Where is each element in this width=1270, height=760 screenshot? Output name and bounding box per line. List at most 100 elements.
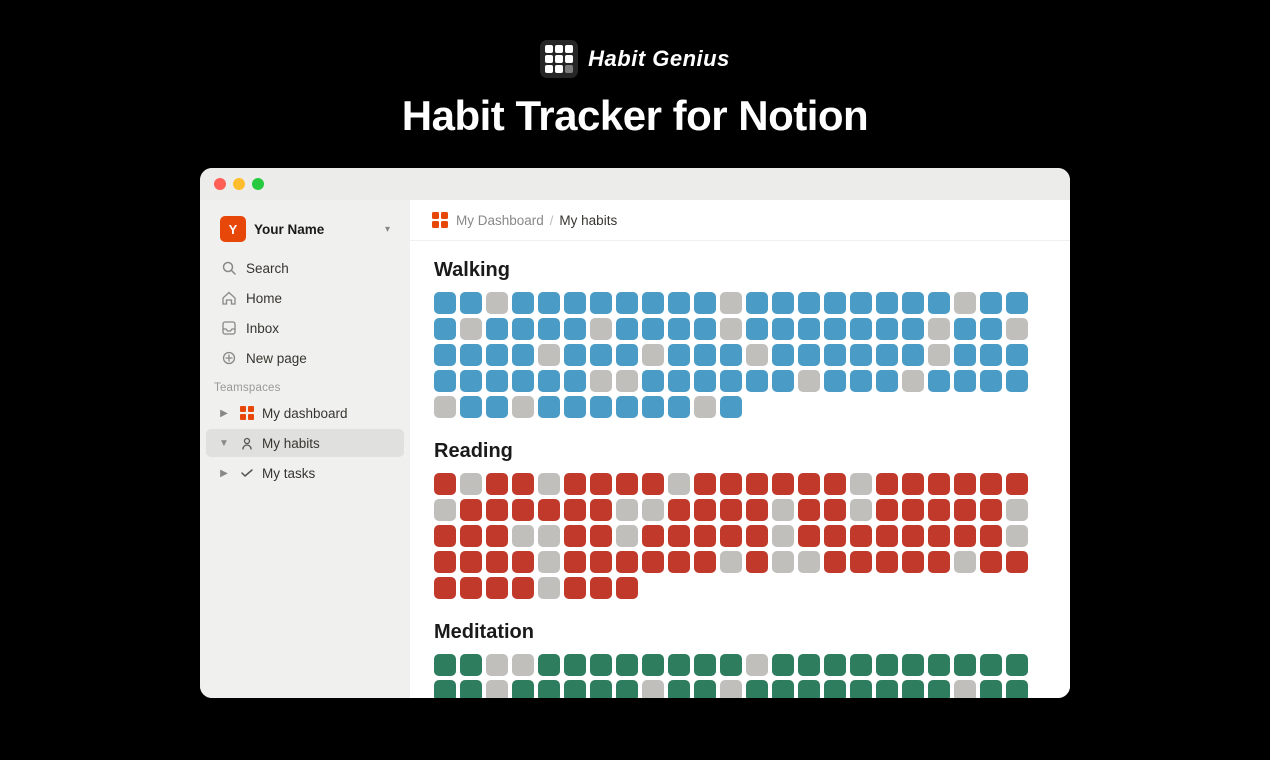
habit-cell[interactable] [902, 344, 924, 366]
habit-cell[interactable] [590, 525, 612, 547]
habit-cell[interactable] [434, 577, 456, 599]
habit-cell[interactable] [876, 318, 898, 340]
habit-cell[interactable] [876, 551, 898, 573]
habit-cell[interactable] [486, 370, 508, 392]
habit-cell[interactable] [772, 654, 794, 676]
habit-cell[interactable] [486, 525, 508, 547]
habit-cell[interactable] [720, 344, 742, 366]
habit-cell[interactable] [850, 473, 872, 495]
habit-cell[interactable] [642, 344, 664, 366]
habit-cell[interactable] [668, 473, 690, 495]
habit-cell[interactable] [434, 344, 456, 366]
habit-cell[interactable] [720, 318, 742, 340]
habit-cell[interactable] [460, 577, 482, 599]
close-button[interactable] [214, 178, 226, 190]
habit-cell[interactable] [1006, 292, 1028, 314]
habit-cell[interactable] [590, 551, 612, 573]
habit-cell[interactable] [980, 551, 1002, 573]
habit-cell[interactable] [486, 318, 508, 340]
habit-cell[interactable] [668, 344, 690, 366]
habit-cell[interactable] [564, 577, 586, 599]
habit-cell[interactable] [694, 654, 716, 676]
habit-cell[interactable] [928, 525, 950, 547]
habit-cell[interactable] [850, 551, 872, 573]
habit-cell[interactable] [746, 680, 768, 698]
habit-cell[interactable] [486, 551, 508, 573]
habit-cell[interactable] [460, 344, 482, 366]
habit-cell[interactable] [1006, 473, 1028, 495]
habit-cell[interactable] [486, 396, 508, 418]
habit-cell[interactable] [798, 654, 820, 676]
habit-cell[interactable] [538, 525, 560, 547]
sidebar-item-tasks[interactable]: ▶ My tasks [206, 459, 404, 487]
habit-cell[interactable] [772, 551, 794, 573]
habit-cell[interactable] [746, 292, 768, 314]
habit-cell[interactable] [512, 654, 534, 676]
habit-cell[interactable] [668, 525, 690, 547]
habit-cell[interactable] [694, 680, 716, 698]
habit-cell[interactable] [642, 370, 664, 392]
habit-cell[interactable] [460, 680, 482, 698]
habit-cell[interactable] [538, 577, 560, 599]
habit-cell[interactable] [434, 370, 456, 392]
habit-cell[interactable] [850, 525, 872, 547]
habit-cell[interactable] [642, 525, 664, 547]
habit-cell[interactable] [876, 344, 898, 366]
habit-cell[interactable] [720, 551, 742, 573]
habit-cell[interactable] [902, 318, 924, 340]
habit-cell[interactable] [850, 499, 872, 521]
habit-cell[interactable] [772, 499, 794, 521]
sidebar-item-search[interactable]: Search [206, 254, 404, 282]
habit-cell[interactable] [590, 370, 612, 392]
habit-cell[interactable] [642, 499, 664, 521]
habit-cell[interactable] [486, 292, 508, 314]
habit-cell[interactable] [746, 499, 768, 521]
habit-cell[interactable] [928, 551, 950, 573]
sidebar-user[interactable]: Y Your Name ▾ [206, 210, 404, 248]
habit-cell[interactable] [1006, 318, 1028, 340]
habit-cell[interactable] [720, 370, 742, 392]
habit-cell[interactable] [564, 551, 586, 573]
habit-cell[interactable] [954, 344, 976, 366]
habit-cell[interactable] [668, 370, 690, 392]
habit-cell[interactable] [486, 654, 508, 676]
habit-cell[interactable] [954, 370, 976, 392]
habit-cell[interactable] [460, 396, 482, 418]
habit-cell[interactable] [460, 525, 482, 547]
habit-cell[interactable] [694, 473, 716, 495]
habit-cell[interactable] [902, 680, 924, 698]
habit-cell[interactable] [772, 680, 794, 698]
habit-cell[interactable] [980, 318, 1002, 340]
habit-cell[interactable] [668, 499, 690, 521]
habit-cell[interactable] [954, 680, 976, 698]
habit-cell[interactable] [850, 292, 872, 314]
habit-cell[interactable] [772, 344, 794, 366]
habit-cell[interactable] [824, 344, 846, 366]
habit-cell[interactable] [902, 292, 924, 314]
habit-cell[interactable] [486, 499, 508, 521]
habit-cell[interactable] [486, 344, 508, 366]
habit-cell[interactable] [876, 499, 898, 521]
habit-cell[interactable] [460, 551, 482, 573]
habit-cell[interactable] [564, 344, 586, 366]
habit-cell[interactable] [564, 680, 586, 698]
habit-cell[interactable] [772, 292, 794, 314]
habit-cell[interactable] [486, 473, 508, 495]
habit-cell[interactable] [694, 396, 716, 418]
habit-cell[interactable] [564, 473, 586, 495]
habit-cell[interactable] [642, 551, 664, 573]
habit-cell[interactable] [512, 396, 534, 418]
habit-cell[interactable] [616, 680, 638, 698]
habit-cell[interactable] [694, 292, 716, 314]
habit-cell[interactable] [850, 680, 872, 698]
habit-cell[interactable] [590, 396, 612, 418]
habit-cell[interactable] [694, 551, 716, 573]
habit-cell[interactable] [512, 370, 534, 392]
habit-cell[interactable] [798, 318, 820, 340]
habit-cell[interactable] [538, 370, 560, 392]
habit-cell[interactable] [564, 370, 586, 392]
habit-cell[interactable] [824, 680, 846, 698]
habit-cell[interactable] [824, 370, 846, 392]
habit-cell[interactable] [434, 680, 456, 698]
habit-cell[interactable] [616, 370, 638, 392]
